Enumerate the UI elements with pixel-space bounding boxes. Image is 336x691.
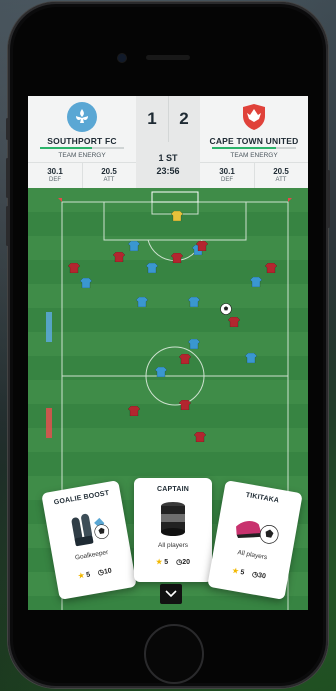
home-player-token[interactable]: [135, 294, 149, 308]
home-player-token[interactable]: [249, 274, 263, 288]
home-player-token[interactable]: [145, 260, 159, 274]
away-energy-label: TEAM ENERGY: [230, 152, 278, 159]
away-att-label: ATT: [275, 177, 287, 183]
away-def-stat: 30.1 DEF: [200, 163, 255, 189]
star-icon: ★: [156, 559, 163, 566]
home-player-token[interactable]: [187, 336, 201, 350]
home-team-name: SOUTHPORT FC: [47, 136, 117, 146]
away-score: 2: [179, 109, 189, 128]
home-score: 1: [136, 96, 169, 142]
card-captain[interactable]: CAPTAIN All players ★ 5 ◷20: [134, 478, 212, 582]
top-goal: [151, 191, 199, 203]
card-subtitle: All players: [158, 542, 188, 549]
right-goal-red: [46, 408, 52, 438]
card-time: 20: [182, 559, 190, 566]
home-att-stat: 20.5 ATT: [82, 163, 136, 189]
home-def-stat: 30.1 DEF: [28, 163, 83, 189]
away-player-token[interactable]: [178, 397, 192, 411]
away-player-token[interactable]: [127, 403, 141, 417]
away-player-token[interactable]: [227, 314, 241, 328]
earpiece-speaker: [146, 55, 190, 60]
home-crest-icon: [67, 102, 97, 132]
home-button[interactable]: [144, 624, 204, 684]
home-def-value: 30.1: [47, 167, 63, 176]
card-time: 30: [257, 572, 267, 581]
mute-switch: [6, 118, 9, 140]
away-energy-fill: [212, 147, 276, 149]
home-player-token[interactable]: [127, 238, 141, 252]
away-player-token[interactable]: [112, 249, 126, 263]
match-clock: 23:56: [156, 166, 180, 176]
app-screen: SOUTHPORT FC TEAM ENERGY 30.1 DEF 20.5 A…: [28, 96, 308, 610]
home-player-token[interactable]: [154, 364, 168, 378]
card-title: GOALIE BOOST: [53, 489, 110, 507]
captain-armband-icon: [158, 500, 188, 545]
home-energy-bar: [40, 147, 124, 149]
card-stars: 5: [239, 569, 245, 577]
star-icon: ★: [77, 572, 86, 581]
match-period: 1 ST: [158, 153, 178, 163]
front-camera: [118, 54, 126, 62]
away-team-panel[interactable]: CAPE TOWN UNITED TEAM ENERGY 30.1 DEF 20…: [200, 96, 308, 189]
away-stats: 30.1 DEF 20.5 ATT: [200, 162, 308, 189]
card-title: CAPTAIN: [157, 486, 189, 493]
away-team-name: CAPE TOWN UNITED: [209, 136, 299, 146]
chevron-down-icon: [165, 585, 177, 603]
away-player-token[interactable]: [193, 429, 207, 443]
away-player-token[interactable]: [67, 260, 81, 274]
away-energy-bar: [212, 147, 296, 149]
away-player-token[interactable]: [195, 238, 209, 252]
away-att-stat: 20.5 ATT: [254, 163, 308, 189]
away-player-token[interactable]: [170, 250, 184, 264]
home-energy-fill: [40, 147, 93, 149]
star-icon: ★: [231, 567, 240, 576]
power-button: [327, 170, 330, 228]
home-player-token[interactable]: [79, 275, 93, 289]
football-icon[interactable]: [220, 302, 232, 315]
left-goal-blue: [46, 312, 52, 342]
scoreboard: SOUTHPORT FC TEAM ENERGY 30.1 DEF 20.5 A…: [28, 96, 308, 189]
card-meta: ★ 5 ◷30: [210, 563, 288, 584]
card-stars: 5: [85, 571, 91, 579]
home-att-label: ATT: [103, 177, 115, 183]
away-att-value: 20.5: [273, 167, 289, 176]
away-def-value: 30.1: [219, 167, 235, 176]
score-center: 1 2 1 ST 23:56: [136, 96, 200, 188]
home-energy-label: TEAM ENERGY: [58, 152, 106, 159]
home-att-value: 20.5: [101, 167, 117, 176]
away-def-label: DEF: [221, 177, 233, 183]
card-stars: 5: [164, 559, 169, 566]
card-meta: ★ 5 ◷20: [134, 558, 212, 566]
away-crest-icon: [239, 102, 269, 132]
away-player-token[interactable]: [264, 260, 278, 274]
volume-down-button: [6, 206, 9, 246]
home-team-panel[interactable]: SOUTHPORT FC TEAM ENERGY 30.1 DEF 20.5 A…: [28, 96, 136, 189]
card-time: 10: [103, 567, 113, 576]
home-def-label: DEF: [49, 177, 61, 183]
collapse-cards-button[interactable]: [160, 584, 182, 604]
home-player-token[interactable]: [187, 294, 201, 308]
home-stats: 30.1 DEF 20.5 ATT: [28, 162, 136, 189]
volume-up-button: [6, 158, 9, 198]
away-player-token[interactable]: [178, 351, 192, 365]
goalkeeper-token[interactable]: [170, 208, 184, 222]
card-meta: ★ 5 ◷10: [56, 563, 134, 584]
home-player-token[interactable]: [244, 350, 258, 364]
